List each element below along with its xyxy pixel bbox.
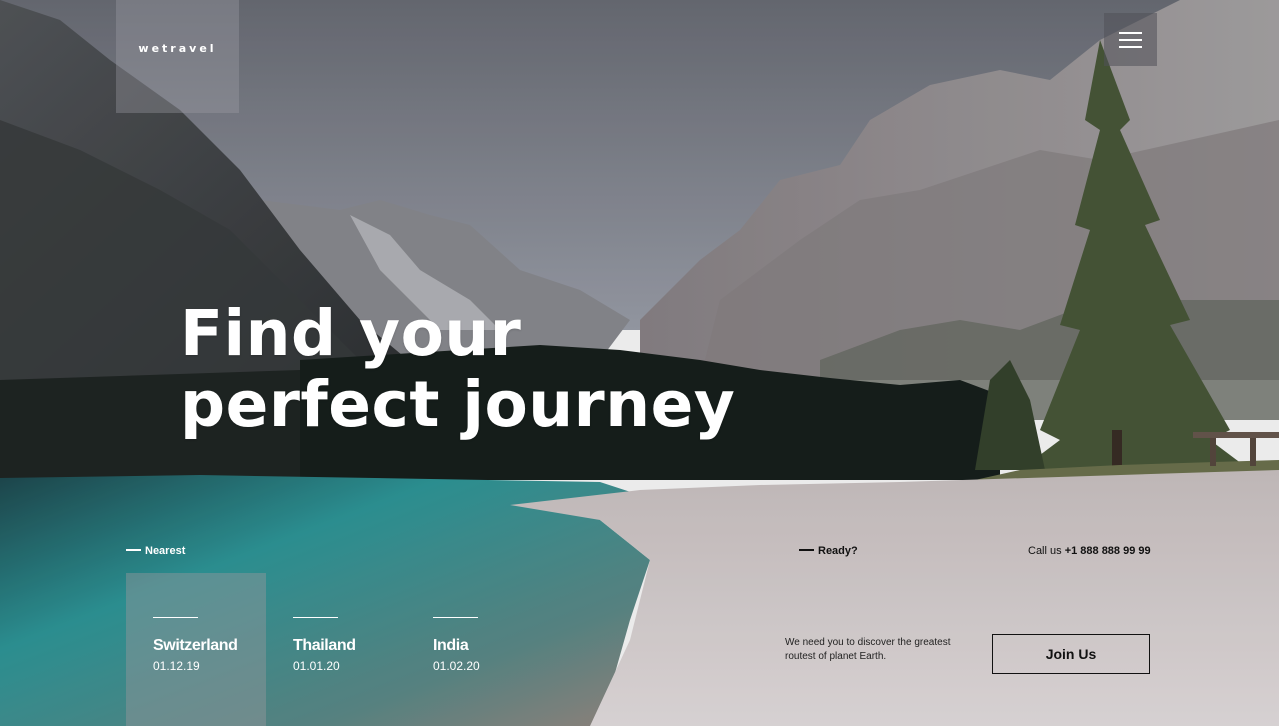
destination-divider [153, 617, 198, 618]
destination-divider [433, 617, 478, 618]
destination-date: 01.12.19 [153, 659, 200, 673]
destination-date: 01.02.20 [433, 659, 480, 673]
hero-headline: Find your perfect journey [180, 298, 735, 440]
destination-item-thailand[interactable]: Thailand 01.01.20 [293, 617, 403, 673]
destination-name: Switzerland [153, 637, 238, 654]
hamburger-icon [1119, 32, 1142, 34]
call-us-info: Call us +1 888 888 99 99 [1028, 545, 1151, 557]
destination-item-switzerland[interactable]: Switzerland 01.12.19 [153, 617, 263, 673]
dash-divider [799, 549, 814, 551]
cta-tagline: We need you to discover the greatest rou… [785, 637, 951, 662]
destination-divider [293, 617, 338, 618]
hero-headline-line-2: perfect journey [180, 368, 736, 441]
destination-date: 01.01.20 [293, 659, 340, 673]
hamburger-icon-bar [1119, 46, 1142, 48]
hamburger-menu-button[interactable] [1104, 13, 1157, 66]
hamburger-icon-bar [1119, 39, 1142, 41]
phone-number-link[interactable]: +1 888 888 99 99 [1065, 545, 1151, 557]
destination-item-india[interactable]: India 01.02.20 [433, 617, 543, 673]
destination-name: India [433, 637, 469, 654]
logo[interactable]: wetravel [116, 0, 239, 113]
call-us-prefix: Call us [1028, 545, 1062, 557]
ready-section-label: Ready? [799, 545, 858, 557]
logo-text: wetravel [138, 42, 217, 55]
hero-headline-line-1: Find your [180, 297, 522, 370]
nearest-section-label: Nearest [126, 545, 185, 557]
dash-divider [126, 549, 141, 551]
destination-name: Thailand [293, 637, 356, 654]
ready-label-text: Ready? [818, 545, 858, 557]
join-us-button[interactable]: Join Us [992, 634, 1150, 674]
nearest-label-text: Nearest [145, 545, 186, 557]
